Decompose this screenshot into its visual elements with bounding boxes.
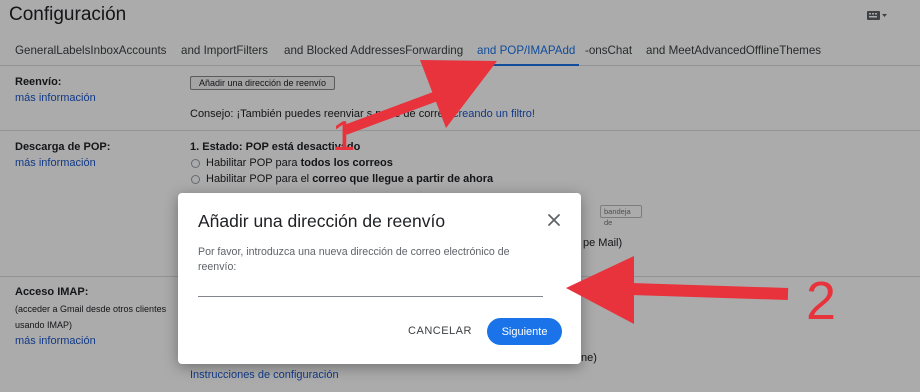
close-icon[interactable] bbox=[546, 212, 562, 228]
forwarding-address-input[interactable] bbox=[198, 279, 543, 297]
cancel-button[interactable]: CANCELAR bbox=[401, 318, 479, 344]
next-button[interactable]: Siguiente bbox=[487, 318, 562, 345]
dialog-title: Añadir una dirección de reenvío bbox=[198, 211, 446, 231]
dialog-prompt: Por favor, introduzca una nueva direcció… bbox=[198, 246, 510, 273]
add-forwarding-address-dialog: Añadir una dirección de reenvío Por favo… bbox=[178, 193, 581, 364]
